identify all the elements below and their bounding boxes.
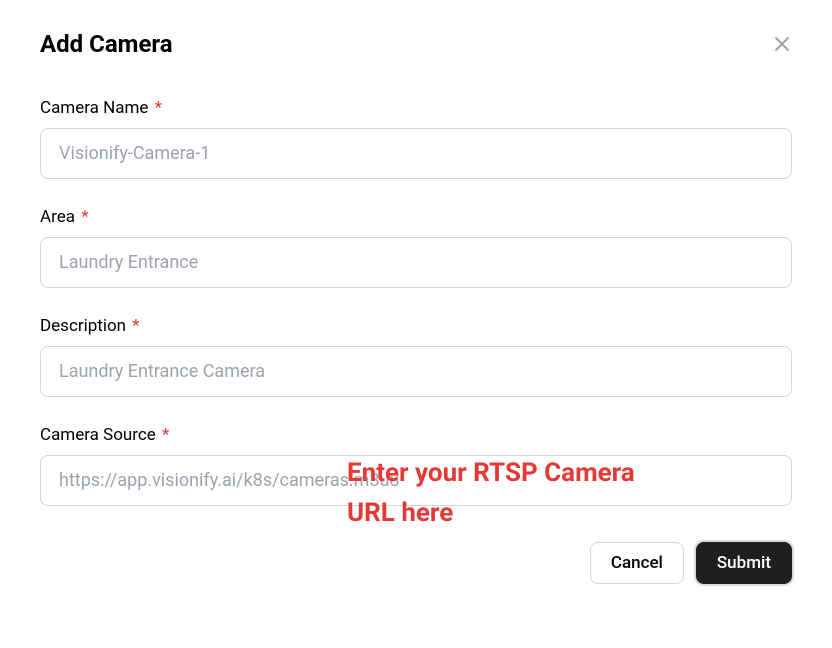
camera-name-group: Camera Name *: [40, 98, 792, 179]
modal-header: Add Camera: [40, 30, 792, 58]
area-label-text: Area: [40, 207, 75, 227]
camera-source-label-text: Camera Source: [40, 425, 156, 445]
area-group: Area *: [40, 207, 792, 288]
button-row: Cancel Submit: [40, 542, 792, 584]
description-label-text: Description: [40, 316, 126, 336]
camera-source-input[interactable]: [40, 455, 792, 506]
description-label: Description *: [40, 316, 792, 336]
close-icon[interactable]: [772, 34, 792, 54]
modal-title: Add Camera: [40, 30, 173, 58]
required-mark: *: [81, 207, 88, 227]
submit-button[interactable]: Submit: [696, 542, 792, 584]
camera-source-group: Camera Source *: [40, 425, 792, 506]
cancel-button[interactable]: Cancel: [590, 542, 684, 584]
required-mark: *: [162, 425, 169, 445]
description-input[interactable]: [40, 346, 792, 397]
required-mark: *: [132, 316, 139, 336]
camera-name-input[interactable]: [40, 128, 792, 179]
camera-source-label: Camera Source *: [40, 425, 792, 445]
camera-name-label-text: Camera Name: [40, 98, 148, 118]
required-mark: *: [155, 98, 162, 118]
camera-name-label: Camera Name *: [40, 98, 792, 118]
area-input[interactable]: [40, 237, 792, 288]
description-group: Description *: [40, 316, 792, 397]
add-camera-modal: Add Camera Camera Name * Area * Descript…: [0, 0, 832, 648]
area-label: Area *: [40, 207, 792, 227]
